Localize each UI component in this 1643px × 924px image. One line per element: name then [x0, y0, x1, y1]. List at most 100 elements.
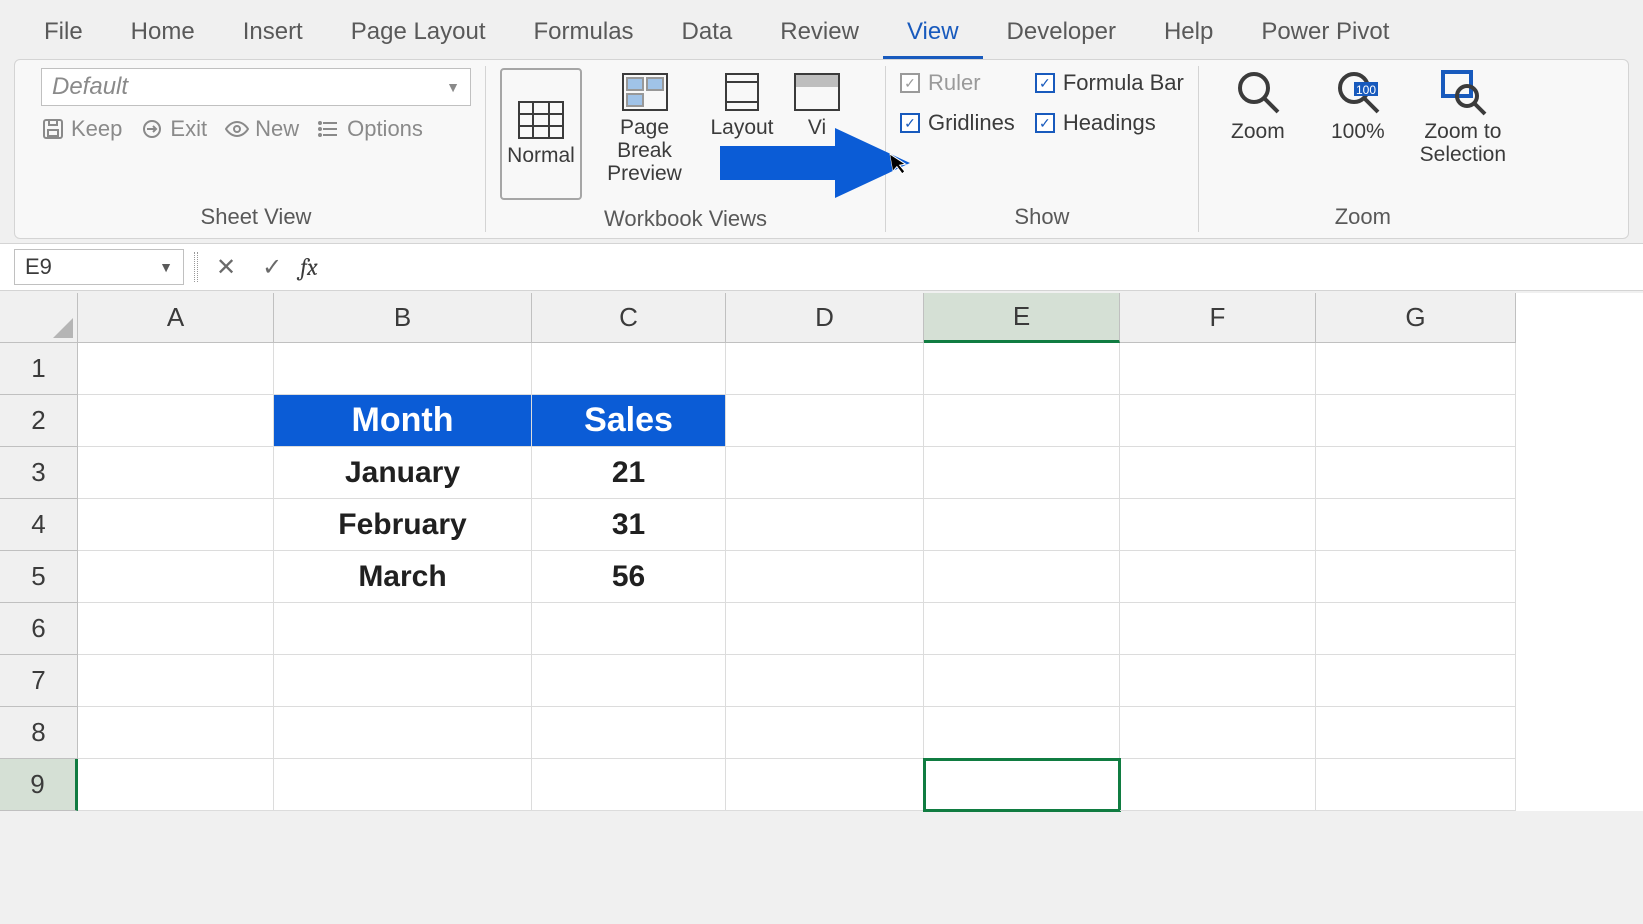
cell[interactable]: [1120, 655, 1316, 707]
cell[interactable]: [78, 343, 274, 395]
zoom-selection-button[interactable]: Zoom to Selection: [1413, 68, 1513, 166]
cell[interactable]: [274, 707, 532, 759]
cell[interactable]: [1316, 603, 1516, 655]
new-button[interactable]: New: [225, 116, 299, 142]
headings-checkbox[interactable]: ✓ Headings: [1035, 110, 1184, 136]
tab-file[interactable]: File: [20, 8, 107, 59]
cell[interactable]: [1316, 707, 1516, 759]
cell[interactable]: [1120, 603, 1316, 655]
cell[interactable]: [924, 395, 1120, 447]
layout-view-button[interactable]: Layout: [707, 68, 777, 143]
cell[interactable]: [78, 551, 274, 603]
cell[interactable]: [924, 655, 1120, 707]
cell[interactable]: March: [274, 551, 532, 603]
row-header-2[interactable]: 2: [0, 395, 78, 447]
col-header-E[interactable]: E: [924, 293, 1120, 343]
formulabar-checkbox[interactable]: ✓ Formula Bar: [1035, 70, 1184, 96]
cell[interactable]: [1120, 551, 1316, 603]
cell[interactable]: [726, 759, 924, 811]
cell[interactable]: [1316, 759, 1516, 811]
cell[interactable]: [532, 759, 726, 811]
cell[interactable]: [924, 707, 1120, 759]
cell-selected[interactable]: [924, 759, 1120, 811]
cell[interactable]: February: [274, 499, 532, 551]
cell[interactable]: [924, 551, 1120, 603]
cell[interactable]: [924, 343, 1120, 395]
cell[interactable]: [274, 343, 532, 395]
cell[interactable]: [1120, 759, 1316, 811]
cell[interactable]: [532, 343, 726, 395]
zoom-100-button[interactable]: 100 100%: [1313, 68, 1403, 143]
tab-insert[interactable]: Insert: [219, 8, 327, 59]
tab-powerpivot[interactable]: Power Pivot: [1237, 8, 1413, 59]
exit-button[interactable]: Exit: [140, 116, 207, 142]
cell[interactable]: [924, 499, 1120, 551]
keep-button[interactable]: Keep: [41, 116, 122, 142]
row-header-6[interactable]: 6: [0, 603, 78, 655]
cell[interactable]: [924, 447, 1120, 499]
col-header-D[interactable]: D: [726, 293, 924, 343]
normal-view-button[interactable]: Normal: [500, 68, 582, 200]
cell[interactable]: [78, 499, 274, 551]
tab-help[interactable]: Help: [1140, 8, 1237, 59]
cell[interactable]: [1316, 395, 1516, 447]
cancel-formula-button[interactable]: ✕: [208, 253, 244, 282]
cell[interactable]: [1316, 343, 1516, 395]
row-header-4[interactable]: 4: [0, 499, 78, 551]
cell[interactable]: [726, 655, 924, 707]
options-button[interactable]: Options: [317, 116, 423, 142]
cell[interactable]: [78, 707, 274, 759]
name-box[interactable]: E9 ▼: [14, 249, 184, 285]
col-header-B[interactable]: B: [274, 293, 532, 343]
tab-data[interactable]: Data: [658, 8, 757, 59]
fx-icon[interactable]: fx: [300, 253, 318, 281]
cell[interactable]: [924, 603, 1120, 655]
cell[interactable]: January: [274, 447, 532, 499]
cell[interactable]: [1316, 447, 1516, 499]
tab-developer[interactable]: Developer: [983, 8, 1140, 59]
cell[interactable]: [1120, 395, 1316, 447]
custom-view-button[interactable]: Vi: [787, 68, 847, 143]
cell-header-month[interactable]: Month: [274, 395, 532, 447]
sheetview-dropdown[interactable]: Default ▼: [41, 68, 471, 106]
cell[interactable]: [726, 395, 924, 447]
row-header-3[interactable]: 3: [0, 447, 78, 499]
row-header-9[interactable]: 9: [0, 759, 78, 811]
cell[interactable]: [1120, 499, 1316, 551]
cell[interactable]: [726, 551, 924, 603]
cell[interactable]: [532, 603, 726, 655]
cell[interactable]: [1316, 551, 1516, 603]
cell[interactable]: [726, 499, 924, 551]
cell[interactable]: [726, 603, 924, 655]
cell[interactable]: 56: [532, 551, 726, 603]
tab-home[interactable]: Home: [107, 8, 219, 59]
cell-header-sales[interactable]: Sales: [532, 395, 726, 447]
select-all-button[interactable]: [0, 293, 78, 343]
cell[interactable]: [726, 447, 924, 499]
cell[interactable]: [1316, 499, 1516, 551]
col-header-C[interactable]: C: [532, 293, 726, 343]
tab-formulas[interactable]: Formulas: [510, 8, 658, 59]
cell[interactable]: [274, 603, 532, 655]
cell[interactable]: [78, 603, 274, 655]
cell[interactable]: [274, 759, 532, 811]
col-header-F[interactable]: F: [1120, 293, 1316, 343]
formula-input[interactable]: [328, 250, 1629, 284]
row-header-5[interactable]: 5: [0, 551, 78, 603]
col-header-G[interactable]: G: [1316, 293, 1516, 343]
cell[interactable]: [1120, 343, 1316, 395]
tab-review[interactable]: Review: [756, 8, 883, 59]
cell[interactable]: [726, 343, 924, 395]
cell[interactable]: 31: [532, 499, 726, 551]
tab-view[interactable]: View: [883, 8, 983, 59]
tab-pagelayout[interactable]: Page Layout: [327, 8, 510, 59]
row-header-8[interactable]: 8: [0, 707, 78, 759]
gridlines-checkbox[interactable]: ✓ Gridlines: [900, 110, 1015, 136]
cell[interactable]: [1120, 707, 1316, 759]
cell[interactable]: [78, 759, 274, 811]
cell[interactable]: [274, 655, 532, 707]
cell[interactable]: [1120, 447, 1316, 499]
cell[interactable]: [78, 655, 274, 707]
row-header-1[interactable]: 1: [0, 343, 78, 395]
cell[interactable]: [78, 395, 274, 447]
